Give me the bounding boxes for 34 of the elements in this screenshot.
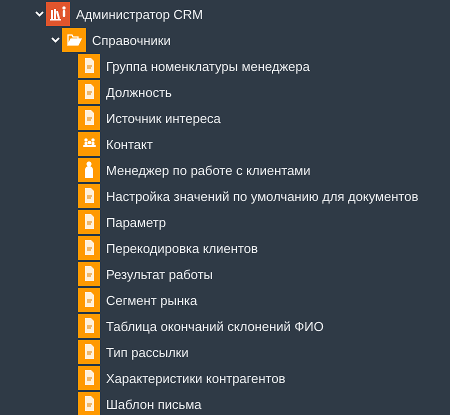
people-icon — [78, 132, 100, 156]
books-person-icon — [46, 2, 70, 26]
person-icon — [78, 158, 100, 182]
tree-item[interactable]: Группа номенклатуры менеджера — [106, 58, 310, 74]
tree-item[interactable]: Настройка значений по умолчанию для документов — [106, 188, 418, 204]
document-icon — [78, 210, 100, 234]
tree-item[interactable]: Справочники — [92, 32, 171, 48]
document-icon — [78, 366, 100, 390]
document-icon — [78, 80, 100, 104]
chevron-icon[interactable] — [34, 11, 44, 17]
document-icon — [78, 340, 100, 364]
tree-item[interactable]: Менеджер по работе с клиентами — [106, 162, 311, 178]
tree-item[interactable]: Контакт — [106, 136, 153, 152]
document-icon — [78, 184, 100, 208]
tree-item[interactable]: Администратор CRM — [76, 6, 204, 22]
tree-item[interactable]: Шаблон письма — [106, 396, 202, 412]
tree-item[interactable]: Тип рассылки — [106, 344, 189, 360]
document-icon — [78, 262, 100, 286]
document-icon — [78, 106, 100, 130]
document-icon — [78, 314, 100, 338]
tree-item[interactable]: Таблица окончаний склонений ФИО — [106, 318, 324, 334]
chevron-icon[interactable] — [50, 37, 60, 43]
document-icon — [78, 392, 100, 415]
tree-item[interactable]: Должность — [106, 84, 172, 100]
document-icon — [78, 236, 100, 260]
tree-item[interactable]: Сегмент рынка — [106, 292, 198, 308]
document-icon — [78, 288, 100, 312]
tree-item[interactable]: Параметр — [106, 214, 166, 230]
tree-item[interactable]: Характеристики контрагентов — [106, 370, 286, 386]
document-icon — [78, 54, 100, 78]
tree-item[interactable]: Перекодировка клиентов — [106, 240, 258, 256]
tree-item[interactable]: Источник интереса — [106, 110, 221, 126]
tree-item[interactable]: Результат работы — [106, 266, 213, 282]
open-folder-icon — [62, 28, 86, 52]
